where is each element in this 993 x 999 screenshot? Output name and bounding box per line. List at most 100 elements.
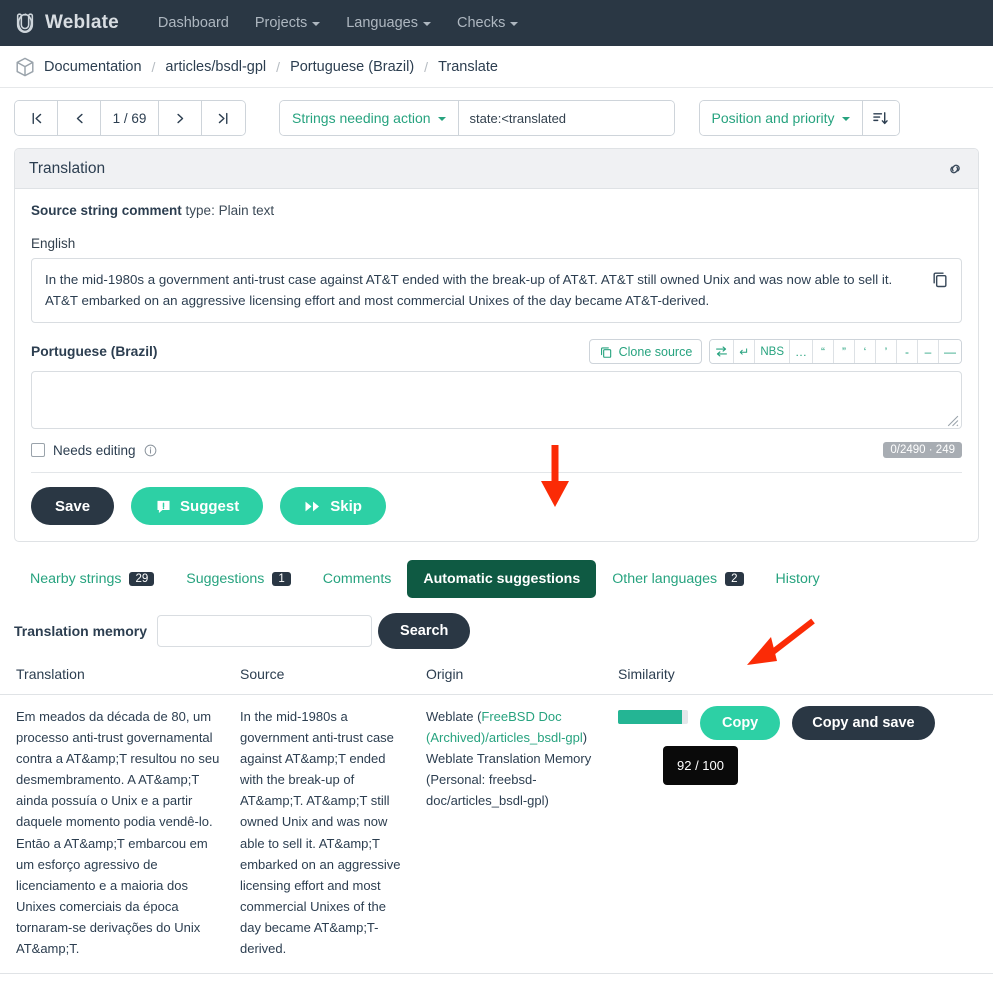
brand-name: Weblate xyxy=(45,12,119,34)
insert-left-single-quote-button[interactable]: ‘ xyxy=(855,340,876,363)
cell-source: In the mid-1980s a government anti-trust… xyxy=(232,695,418,974)
pager-next-button[interactable] xyxy=(159,101,202,135)
resize-grip-icon[interactable] xyxy=(946,414,959,427)
sort-direction-button[interactable] xyxy=(863,101,899,135)
pager-prev-button[interactable] xyxy=(58,101,101,135)
chevron-down-icon xyxy=(423,22,431,26)
translation-action-bar: Save Suggest Skip xyxy=(31,472,962,541)
needs-editing-checkbox[interactable] xyxy=(31,443,45,457)
pager-last-button[interactable] xyxy=(202,101,245,135)
nav-projects-label: Projects xyxy=(255,15,307,31)
translation-panel-header: Translation xyxy=(15,149,978,189)
weblate-brand-link[interactable]: Weblate xyxy=(14,12,119,34)
nav-checks[interactable]: Checks xyxy=(444,9,531,37)
tab-comments-label: Comments xyxy=(323,571,392,587)
target-language-label: Portuguese (Brazil) xyxy=(31,344,158,359)
needs-editing-group: Needs editing xyxy=(31,443,157,458)
tab-nearby-strings[interactable]: Nearby strings 29 xyxy=(14,560,170,598)
copy-icon[interactable] xyxy=(930,269,950,289)
insert-right-single-quote-button[interactable]: ’ xyxy=(876,340,897,363)
breadcrumb-item-documentation[interactable]: Documentation xyxy=(44,59,142,75)
translation-memory-search-button[interactable]: Search xyxy=(378,613,470,649)
detail-tabs: Nearby strings 29 Suggestions 1 Comments… xyxy=(14,560,979,599)
skip-button-label: Skip xyxy=(330,498,362,515)
chevron-left-icon xyxy=(73,112,86,125)
nav-dashboard[interactable]: Dashboard xyxy=(145,9,242,37)
similarity-tooltip: 92 / 100 xyxy=(663,746,738,785)
breadcrumb-separator: / xyxy=(274,59,282,75)
tab-comments[interactable]: Comments xyxy=(307,560,408,598)
insert-tab-icon[interactable] xyxy=(710,340,734,363)
sort-dropdown-label: Position and priority xyxy=(712,110,835,126)
insert-ellipsis-button[interactable]: … xyxy=(790,340,813,363)
nav-languages-label: Languages xyxy=(346,15,418,31)
skip-button[interactable]: Skip xyxy=(280,487,386,525)
chevron-right-icon xyxy=(174,112,187,125)
tab-other-languages[interactable]: Other languages 2 xyxy=(596,560,759,598)
source-language-label: English xyxy=(31,236,962,251)
similarity-actions: Copy Copy and save 92 / 100 xyxy=(618,706,985,740)
chain-link-icon[interactable] xyxy=(946,160,964,178)
tab-nearby-strings-label: Nearby strings xyxy=(30,571,121,587)
clone-source-label: Clone source xyxy=(619,345,693,359)
translation-panel-body: Source string comment type: Plain text E… xyxy=(15,189,978,541)
origin-secondary: Weblate Translation Memory (Personal: fr… xyxy=(426,748,602,811)
special-char-group: ↵ NBS … “ ” ‘ ’ - – — xyxy=(709,339,962,364)
column-header-translation: Translation xyxy=(0,661,232,695)
breadcrumb-item-translate[interactable]: Translate xyxy=(438,59,498,75)
first-page-icon xyxy=(30,112,43,125)
tab-history-label: History xyxy=(776,571,820,587)
breadcrumb-separator: / xyxy=(422,59,430,75)
filter-group: Strings needing action xyxy=(279,100,675,136)
fast-forward-icon xyxy=(304,499,322,514)
nav-dashboard-label: Dashboard xyxy=(158,15,229,31)
save-button[interactable]: Save xyxy=(31,487,114,525)
tab-other-languages-label: Other languages xyxy=(612,571,717,587)
nav-projects[interactable]: Projects xyxy=(242,9,333,37)
editor-tools: Clone source ↵ NBS … “ ” ‘ ’ - xyxy=(589,339,962,364)
clone-icon xyxy=(599,345,613,359)
translation-panel: Translation Source string comment type: … xyxy=(14,148,979,542)
sort-dropdown[interactable]: Position and priority xyxy=(700,101,863,135)
translation-memory-search-input[interactable] xyxy=(157,615,372,647)
weblate-logo-icon xyxy=(14,12,36,34)
insert-en-dash-button[interactable]: – xyxy=(918,340,939,363)
breadcrumb-separator: / xyxy=(150,59,158,75)
insert-left-double-quote-button[interactable]: “ xyxy=(813,340,834,363)
nav-languages[interactable]: Languages xyxy=(333,9,444,37)
copy-button[interactable]: Copy xyxy=(700,706,780,740)
top-navbar: Weblate Dashboard Projects Languages Che… xyxy=(0,0,993,46)
insert-newline-button[interactable]: ↵ xyxy=(734,340,755,363)
filter-query-input[interactable] xyxy=(459,101,674,135)
tab-suggestions-badge: 1 xyxy=(272,572,290,586)
breadcrumb-item-component[interactable]: articles/bsdl-gpl xyxy=(165,59,266,75)
pager-first-button[interactable] xyxy=(15,101,58,135)
filter-dropdown[interactable]: Strings needing action xyxy=(280,101,459,135)
translation-memory-results-table: Translation Source Origin Similarity Em … xyxy=(0,661,993,974)
suggest-button[interactable]: Suggest xyxy=(131,487,263,525)
chevron-down-icon xyxy=(438,117,446,121)
source-string-box[interactable]: In the mid-1980s a government anti-trust… xyxy=(31,258,962,323)
insert-right-double-quote-button[interactable]: ” xyxy=(834,340,855,363)
swap-arrows-icon xyxy=(715,345,728,358)
origin-suffix: ) xyxy=(583,730,587,745)
copy-and-save-button[interactable]: Copy and save xyxy=(792,706,934,740)
tab-history[interactable]: History xyxy=(760,560,836,598)
info-circle-icon[interactable] xyxy=(144,444,157,457)
source-string-comment: Source string comment type: Plain text xyxy=(31,203,962,218)
column-header-origin: Origin xyxy=(418,661,610,695)
similarity-bar[interactable] xyxy=(618,710,688,724)
breadcrumb-item-language[interactable]: Portuguese (Brazil) xyxy=(290,59,414,75)
navigation-toolbar: 1 / 69 Strings needing action Position a… xyxy=(0,88,993,146)
pager-position: 1 / 69 xyxy=(101,101,159,135)
insert-nbs-button[interactable]: NBS xyxy=(755,340,790,363)
clone-source-button[interactable]: Clone source xyxy=(589,339,703,364)
tab-automatic-suggestions[interactable]: Automatic suggestions xyxy=(407,560,596,598)
similarity-bar-fill xyxy=(618,710,682,724)
tab-suggestions[interactable]: Suggestions 1 xyxy=(170,560,307,598)
cell-translation: Em meados da década de 80, um processo a… xyxy=(0,695,232,974)
translation-textarea[interactable] xyxy=(31,371,962,429)
insert-hyphen-button[interactable]: - xyxy=(897,340,918,363)
insert-em-dash-button[interactable]: — xyxy=(939,340,961,363)
translation-memory-label: Translation memory xyxy=(14,623,147,639)
